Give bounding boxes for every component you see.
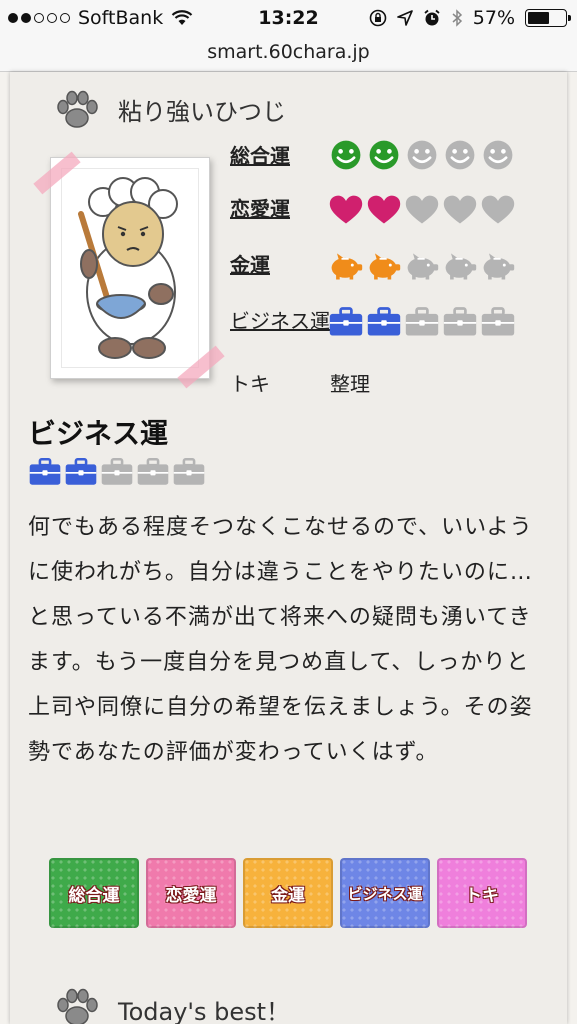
location-icon (396, 10, 413, 26)
money-fortune-button[interactable]: 金運 (243, 858, 333, 928)
todays-best-title: Today's best！ (118, 998, 291, 1024)
love-fortune-button[interactable]: 恋愛運 (146, 858, 236, 928)
smiley-rating-icon-filled (331, 140, 361, 170)
piggy-bank-rating-icon-empty (407, 253, 439, 280)
paw-icon (57, 988, 98, 1024)
heart-rating-icon-filled (367, 195, 401, 224)
fortune-label-money[interactable]: 金運 (230, 249, 270, 278)
heart-rating-icon-empty (481, 195, 515, 224)
detail-description: 何でもある程度そつなくこなせるので、いいように使われがち。自分は違うことをやりた… (28, 515, 533, 765)
piggy-bank-rating-icon-filled (369, 253, 401, 280)
briefcase-rating-icon-filled (29, 457, 61, 485)
paw-icon (57, 90, 98, 128)
piggy-bank-rating-icon-empty (483, 253, 515, 280)
url-text: smart.60chara.jp (207, 41, 370, 63)
fortune-category-buttons: 総合運 恋愛運 金運 ビジネス運 トキ (49, 858, 527, 928)
bluetooth-icon (452, 9, 462, 27)
url-bar[interactable]: smart.60chara.jp (0, 38, 577, 72)
heart-rating-icon-empty (443, 195, 477, 224)
heart-rating-icon-empty (405, 195, 439, 224)
toki-label: トキ (230, 372, 270, 396)
briefcase-rating-icon-filled (329, 307, 363, 336)
briefcase-rating-icon-empty (443, 307, 477, 336)
fortune-label-love[interactable]: 恋愛運 (230, 193, 290, 222)
character-name: 粘り強いひつじ (118, 98, 286, 126)
smiley-rating-icon-empty (407, 140, 437, 170)
detail-title: ビジネス運 (28, 417, 169, 450)
smiley-rating-icon-filled (369, 140, 399, 170)
battery-icon (525, 9, 571, 27)
toki-fortune-button[interactable]: トキ (437, 858, 527, 928)
briefcase-rating-icon-empty (137, 457, 169, 485)
briefcase-rating-icon-empty (405, 307, 439, 336)
briefcase-rating-icon-empty (481, 307, 515, 336)
alarm-icon (424, 9, 440, 26)
battery-percent: 57% (472, 7, 515, 29)
smiley-rating-icon-empty (483, 140, 513, 170)
briefcase-rating-icon-empty (173, 457, 205, 485)
character-photo (50, 157, 210, 379)
piggy-bank-rating-icon-empty (445, 253, 477, 280)
detail-rating (28, 456, 206, 488)
business-fortune-button[interactable]: ビジネス運 (340, 858, 430, 928)
heart-rating-icon-filled (329, 195, 363, 224)
orientation-lock-icon (369, 9, 387, 27)
sheep-illustration (78, 177, 178, 359)
briefcase-rating-icon-filled (367, 307, 401, 336)
overall-fortune-button[interactable]: 総合運 (49, 858, 139, 928)
briefcase-rating-icon-empty (101, 457, 133, 485)
piggy-bank-rating-icon-filled (331, 253, 363, 280)
smiley-rating-icon-empty (445, 140, 475, 170)
toki-value: 整理 (330, 372, 370, 396)
fortune-label-overall[interactable]: 総合運 (230, 140, 290, 169)
fortune-label-business[interactable]: ビジネス運 (230, 305, 330, 334)
briefcase-rating-icon-filled (65, 457, 97, 485)
status-bar: SoftBank 13:22 57% (0, 0, 577, 38)
